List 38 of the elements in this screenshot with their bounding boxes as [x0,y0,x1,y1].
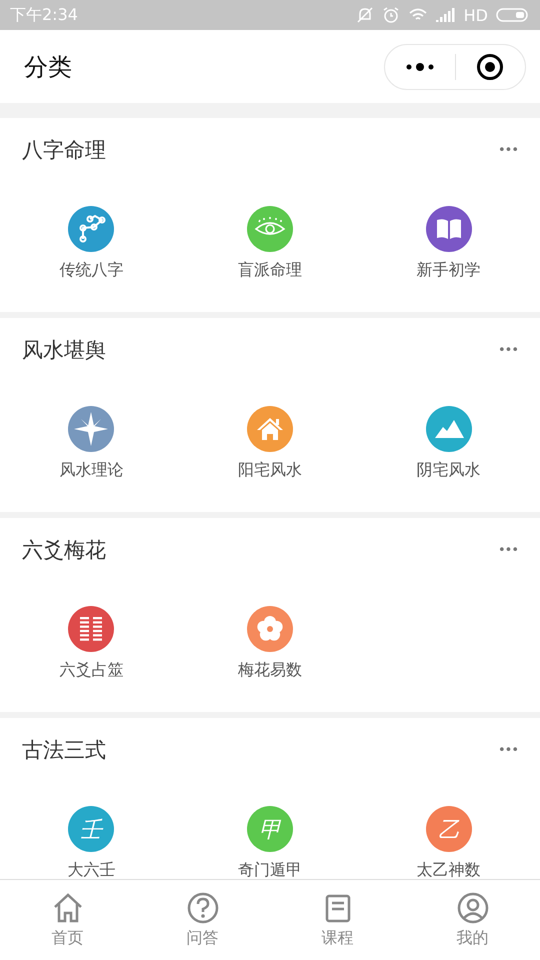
character-icon: 甲 [246,806,293,852]
profile-icon [456,892,488,924]
category-label[interactable]: 传统八字 [59,260,124,281]
more-icon[interactable] [404,62,435,72]
page-title: 分类 [24,52,72,82]
bell-off-icon [356,6,374,24]
status-time: 下午2:34 [10,4,78,26]
category-label[interactable]: 风水理论 [59,460,124,481]
more-link[interactable]: ••• [498,742,518,758]
help-icon [186,892,218,924]
category-label[interactable]: 大六壬 [67,860,116,879]
tab-label[interactable]: 我的 [456,928,488,948]
more-link[interactable]: ••• [498,542,518,558]
tab-label[interactable]: 首页 [52,928,84,948]
category-label[interactable]: 新手初学 [416,260,481,281]
tab-label[interactable]: 问答 [186,928,218,948]
section-title: 六爻梅花 [22,537,106,564]
more-link[interactable]: ••• [498,342,518,358]
category-label[interactable]: 太乙神数 [416,860,481,879]
character-icon: 乙 [426,806,472,852]
alarm-icon [382,6,400,24]
category-label[interactable]: 阳宅风水 [238,460,302,481]
category-label[interactable]: 六爻占筮 [59,660,124,681]
tab-label[interactable]: 课程 [322,928,354,948]
category-label[interactable]: 梅花易数 [238,660,302,681]
home-icon [52,892,84,924]
section-title: 八字命理 [22,137,106,164]
section-title: 古法三式 [22,737,106,764]
category-label[interactable]: 奇门遁甲 [238,860,302,879]
category-label[interactable]: 盲派命理 [238,260,302,281]
signal-icon [436,8,456,22]
section-title: 风水堪舆 [22,337,106,364]
network-type: HD [464,6,488,24]
battery-icon [496,7,530,23]
more-link[interactable]: ••• [498,142,518,158]
character-icon: 壬 [68,806,114,852]
close-icon[interactable] [476,52,504,80]
category-label[interactable]: 阴宅风水 [416,460,481,481]
